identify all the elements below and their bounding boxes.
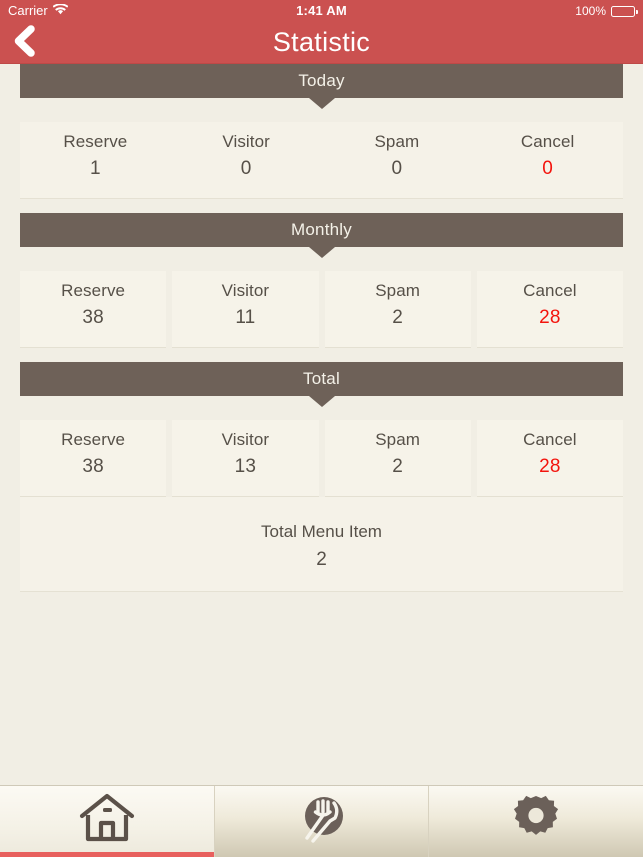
stat-label: Visitor [221,430,270,449]
stat-cell-reserve[interactable]: Reserve 1 [20,122,171,198]
stat-value: 0 [240,158,252,179]
stat-cell-reserve[interactable]: Reserve 38 [20,420,167,497]
stat-label: Reserve [61,281,126,300]
stat-cell-visitor[interactable]: Visitor 11 [172,271,319,348]
section-notch-icon [308,247,335,258]
statistics-content: Today Reserve 1 Visitor 0 Spam 0 Cancel … [0,64,643,785]
stat-value: 13 [234,456,257,477]
tab-menu[interactable] [213,786,429,857]
stat-value: 11 [235,307,256,328]
stat-cell-cancel[interactable]: Cancel 28 [476,420,623,497]
section-title: Monthly [291,220,352,239]
stat-label: Spam [374,132,420,151]
section-total: Total Reserve 38 Visitor 13 Spam 2 Cance… [20,362,623,497]
tab-settings[interactable] [428,786,643,857]
total-menu-item-label: Total Menu Item [261,522,382,541]
gear-icon [509,792,563,851]
section-title: Total [303,369,340,388]
total-menu-item-value: 2 [316,549,327,570]
stat-value: 1 [89,158,101,179]
stat-cell-cancel[interactable]: Cancel 0 [472,122,623,198]
status-bar-right: 100% [575,0,638,22]
stat-label: Reserve [63,132,128,151]
section-header-today: Today [20,64,623,109]
section-monthly: Monthly Reserve 38 Visitor 11 Spam 2 Can… [20,213,623,348]
section-title: Today [298,71,345,90]
section-notch-icon [308,396,335,407]
navigation-bar: Statistic [0,22,643,64]
stat-cell-cancel[interactable]: Cancel 28 [476,271,623,348]
section-today: Today Reserve 1 Visitor 0 Spam 0 Cancel … [20,64,623,199]
stat-label: Spam [375,281,421,300]
stat-cell-reserve[interactable]: Reserve 38 [20,271,167,348]
home-icon [78,793,136,850]
stat-value: 2 [392,456,404,477]
tab-bar [0,785,643,857]
total-menu-item-row[interactable]: Total Menu Item 2 [20,497,623,592]
page-title: Statistic [272,27,371,57]
battery-icon [611,5,638,17]
stat-value: 38 [82,456,104,477]
status-bar-clock: 1:41 AM [296,3,347,18]
stats-row-total: Reserve 38 Visitor 13 Spam 2 Cancel 28 [20,396,623,497]
tab-home[interactable] [0,786,214,857]
stat-label: Visitor [221,281,270,300]
stat-label: Spam [375,430,421,449]
section-header-monthly: Monthly [20,213,623,258]
stat-label: Visitor [222,132,270,151]
status-bar: Carrier 1:41 AM 100% [0,0,643,22]
stats-row-today: Reserve 1 Visitor 0 Spam 0 Cancel 0 [20,98,623,199]
stat-cell-spam[interactable]: Spam 2 [324,271,471,348]
stat-cell-visitor[interactable]: Visitor 13 [172,420,319,497]
stat-cell-spam[interactable]: Spam 0 [321,122,473,198]
stat-label: Cancel [520,132,575,151]
stat-value: 28 [539,456,561,477]
battery-percent-label: 100% [575,4,606,18]
cutlery-icon [294,791,350,852]
stat-value: 0 [391,158,403,179]
stat-value: 2 [392,307,404,328]
stat-value: 38 [82,307,104,328]
stat-value: 0 [542,158,554,179]
stat-value: 28 [539,307,561,328]
section-notch-icon [308,98,335,109]
stat-label: Reserve [61,430,126,449]
stat-label: Cancel [523,430,577,449]
section-header-total: Total [20,362,623,407]
stat-cell-visitor[interactable]: Visitor 0 [170,122,322,198]
stat-cell-spam[interactable]: Spam 2 [324,420,471,497]
stats-row-monthly: Reserve 38 Visitor 11 Spam 2 Cancel 28 [20,247,623,348]
stat-label: Cancel [523,281,577,300]
